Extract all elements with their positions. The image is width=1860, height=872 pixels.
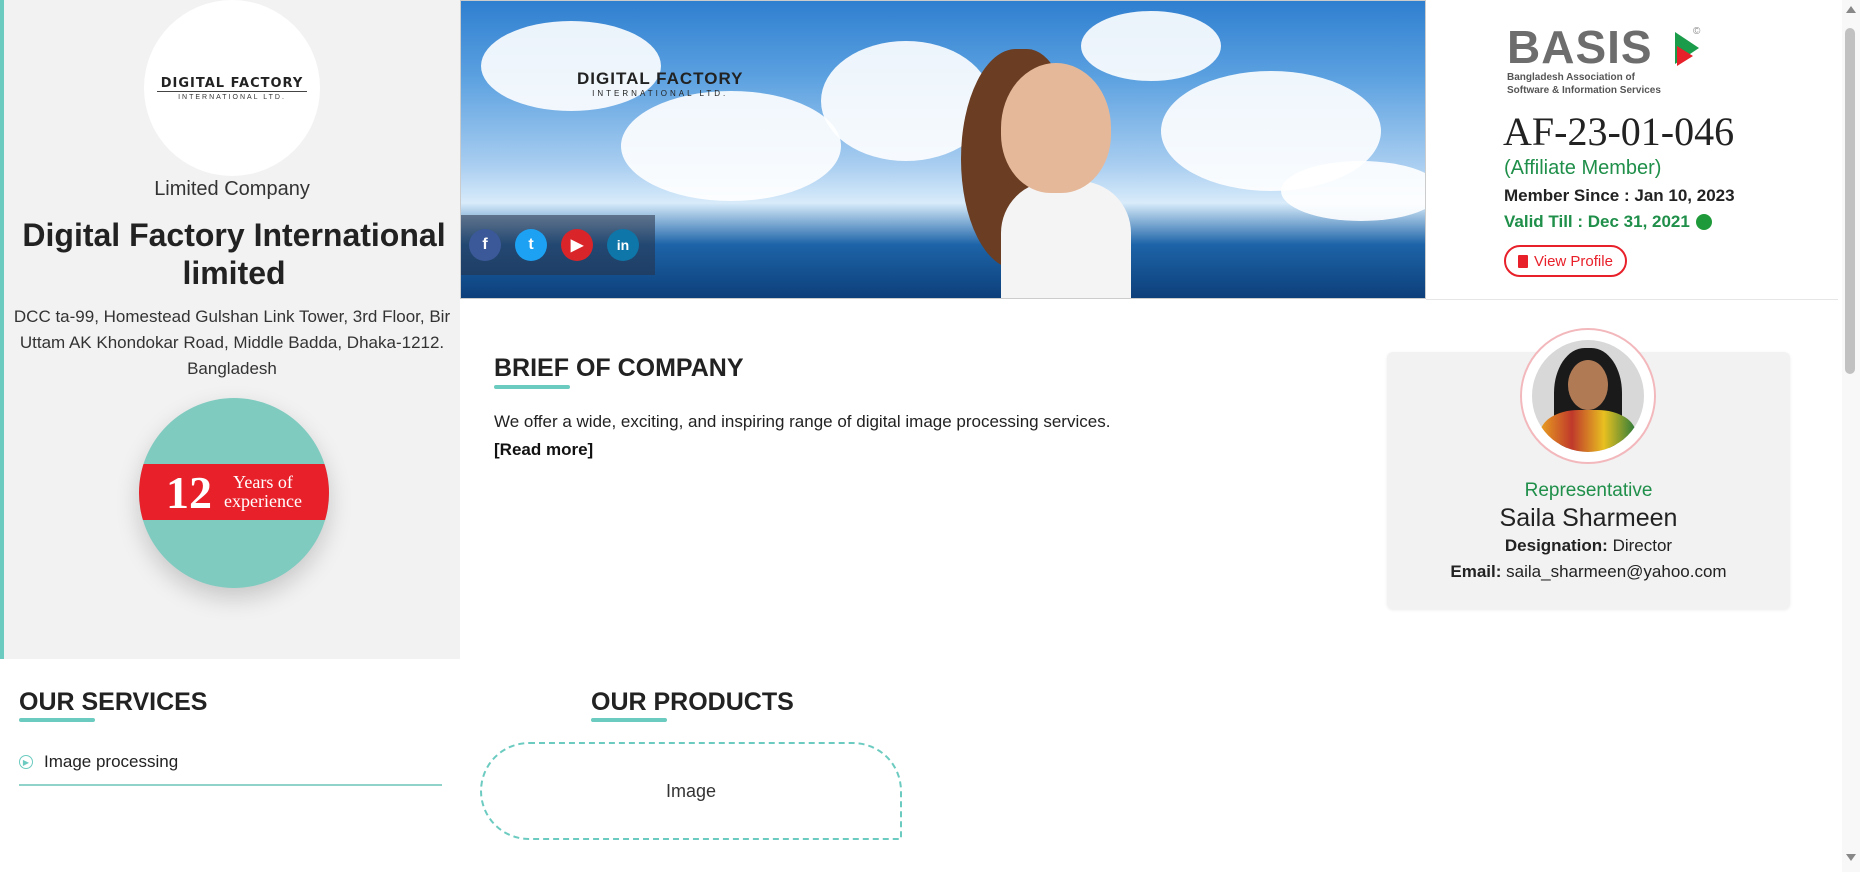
- service-item-label: Image processing: [44, 752, 179, 771]
- experience-label-line1: Years of: [233, 472, 293, 492]
- youtube-icon[interactable]: ▶: [561, 229, 593, 261]
- representative-avatar: [1520, 328, 1656, 464]
- email-value: saila_sharmeen@yahoo.com: [1506, 562, 1727, 581]
- company-banner: DIGITAL FACTORY INTERNATIONAL LTD. f t ▶…: [460, 0, 1426, 299]
- experience-label: Years of experience: [224, 473, 302, 511]
- representative-role: Representative: [1524, 480, 1653, 501]
- basis-copyright: ©: [1693, 26, 1701, 37]
- designation-label: Designation:: [1504, 536, 1608, 555]
- banner-figure-body: [1001, 181, 1131, 298]
- company-type: Limited Company: [154, 178, 310, 200]
- representative-photo: [1532, 340, 1644, 452]
- banner-cloud: [1281, 161, 1425, 221]
- banner-figure-head: [1001, 63, 1111, 193]
- play-circle-icon: ▶: [19, 755, 33, 769]
- company-sidebar: DIGITAL FACTORY INTERNATIONAL LTD. Limit…: [0, 0, 460, 659]
- service-divider: [19, 784, 442, 786]
- experience-years: 12: [166, 466, 213, 518]
- member-since: Member Since : Jan 10, 2023: [1504, 186, 1735, 205]
- company-address: DCC ta-99, Homestead Gulshan Link Tower,…: [13, 307, 451, 378]
- company-logo-line2: INTERNATIONAL LTD.: [178, 93, 286, 101]
- view-profile-label: View Profile: [1534, 252, 1613, 270]
- pdf-icon: [1518, 254, 1528, 268]
- services-title-underline: [19, 718, 95, 722]
- representative-photo-face: [1568, 360, 1608, 410]
- basis-logo-sub1: Bangladesh Association of: [1507, 72, 1635, 83]
- products-title-underline: [591, 718, 667, 722]
- scroll-down-icon[interactable]: [1846, 854, 1856, 861]
- services-title: OUR SERVICES: [19, 688, 208, 716]
- basis-logo-sub2: Software & Information Services: [1507, 85, 1661, 96]
- member-id: AF-23-01-046: [1503, 109, 1735, 154]
- banner-logo: DIGITAL FACTORY INTERNATIONAL LTD.: [577, 69, 743, 98]
- view-profile-button[interactable]: View Profile: [1504, 245, 1627, 277]
- company-logo-line1: DIGITAL FACTORY: [156, 76, 308, 92]
- divider: [1426, 299, 1838, 300]
- designation-value: Director: [1612, 536, 1673, 555]
- valid-till-text: Valid Till : Dec 31, 2021: [1504, 212, 1690, 231]
- representative-designation: Designation: Director: [1387, 536, 1790, 556]
- product-card[interactable]: Image: [480, 742, 902, 840]
- twitter-icon[interactable]: t: [515, 229, 547, 261]
- experience-band: 12 Years of experience: [139, 464, 329, 520]
- banner-logo-line1: DIGITAL FACTORY: [577, 69, 744, 88]
- basis-logo: BASIS © Bangladesh Association of Softwa…: [1507, 21, 1700, 96]
- experience-label-line2: experience: [224, 491, 302, 511]
- scrollbar-thumb[interactable]: [1845, 28, 1855, 374]
- email-label: Email:: [1450, 562, 1502, 581]
- product-card-label: Image: [665, 780, 717, 801]
- valid-till: Valid Till : Dec 31, 2021: [1504, 212, 1712, 232]
- products-title: OUR PRODUCTS: [591, 688, 794, 716]
- brief-text: We offer a wide, exciting, and inspiring…: [494, 412, 1111, 431]
- banner-logo-line2: INTERNATIONAL LTD.: [592, 89, 729, 98]
- company-logo: DIGITAL FACTORY INTERNATIONAL LTD.: [144, 0, 320, 176]
- brief-title-underline: [494, 385, 570, 389]
- basis-logo-triangle-red: [1677, 46, 1693, 66]
- experience-badge: 12 Years of experience: [139, 398, 329, 588]
- facebook-icon[interactable]: f: [469, 229, 501, 261]
- banner-cloud: [1081, 11, 1221, 81]
- representative-name: Saila Sharmeen: [1499, 504, 1678, 532]
- company-name: Digital Factory International limited: [22, 217, 446, 291]
- member-type: (Affiliate Member): [1504, 157, 1662, 179]
- basis-logo-word: BASIS: [1507, 21, 1653, 73]
- read-more-link[interactable]: [Read more]: [494, 440, 593, 460]
- social-links: f t ▶ in: [461, 215, 655, 275]
- banner-cloud: [621, 91, 841, 201]
- scroll-up-icon[interactable]: [1846, 6, 1856, 13]
- representative-photo-cloth: [1540, 410, 1636, 452]
- brief-title: BRIEF OF COMPANY: [494, 354, 744, 382]
- status-dot-icon: [1695, 214, 1712, 230]
- linkedin-icon[interactable]: in: [607, 229, 639, 261]
- service-item: ▶ Image processing: [19, 752, 178, 772]
- representative-email: Email: saila_sharmeen@yahoo.com: [1387, 562, 1790, 582]
